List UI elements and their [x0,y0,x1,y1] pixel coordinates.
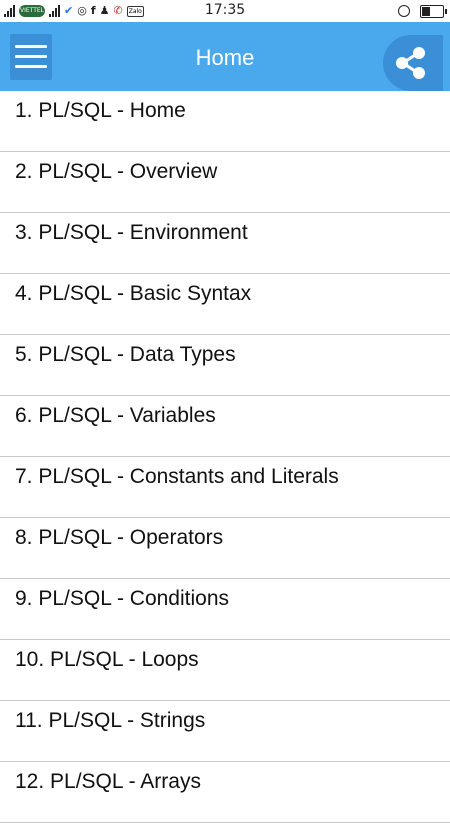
app-bar: Home [0,22,450,91]
share-icon [396,47,425,79]
list-item[interactable]: 7. PL/SQL - Constants and Literals [0,457,450,518]
missed-call-icon: ✆ [113,4,123,17]
list-item[interactable]: 6. PL/SQL - Variables [0,396,450,457]
person-icon: ♟ [99,4,110,17]
topic-list: 1. PL/SQL - Home 2. PL/SQL - Overview 3.… [0,91,450,823]
carrier-icon: VIETTEL [19,5,45,17]
zalo-icon: Zalo [126,5,144,17]
signal-icon [49,5,60,17]
list-item-label: 12. PL/SQL - Arrays [15,770,201,793]
battery-icon [420,4,447,18]
list-item[interactable]: 5. PL/SQL - Data Types [0,335,450,396]
list-item-label: 1. PL/SQL - Home [15,99,186,122]
email-verify-icon: ✔ [64,4,74,17]
list-item-label: 7. PL/SQL - Constants and Literals [15,465,339,488]
list-item-label: 10. PL/SQL - Loops [15,648,199,671]
list-item[interactable]: 2. PL/SQL - Overview [0,152,450,213]
list-item[interactable]: 3. PL/SQL - Environment [0,213,450,274]
list-item[interactable]: 4. PL/SQL - Basic Syntax [0,274,450,335]
list-item-label: 6. PL/SQL - Variables [15,404,216,427]
status-bar-left: VIETTEL ✔ ◎ f ♟ ✆ Zalo [4,3,144,19]
list-item-label: 5. PL/SQL - Data Types [15,343,236,366]
list-item[interactable]: 8. PL/SQL - Operators [0,518,450,579]
list-item[interactable]: 10. PL/SQL - Loops [0,640,450,701]
list-item-label: 9. PL/SQL - Conditions [15,587,229,610]
list-item-label: 11. PL/SQL - Strings [15,709,206,732]
signal-icon [4,5,15,17]
facebook-icon: f [90,4,96,17]
list-item[interactable]: 12. PL/SQL - Arrays [0,762,450,823]
status-bar: VIETTEL ✔ ◎ f ♟ ✆ Zalo 17:35 [0,0,450,22]
list-item-label: 4. PL/SQL - Basic Syntax [15,282,252,305]
list-item[interactable]: 11. PL/SQL - Strings [0,701,450,762]
share-button[interactable] [383,35,443,91]
list-item[interactable]: 9. PL/SQL - Conditions [0,579,450,640]
list-item[interactable]: 1. PL/SQL - Home [0,91,450,152]
alarm-icon [398,5,410,17]
list-item-label: 3. PL/SQL - Environment [15,221,248,244]
list-item-label: 8. PL/SQL - Operators [15,526,224,549]
instagram-icon: ◎ [77,4,87,17]
list-item-label: 2. PL/SQL - Overview [15,160,218,183]
status-bar-right [398,3,447,19]
